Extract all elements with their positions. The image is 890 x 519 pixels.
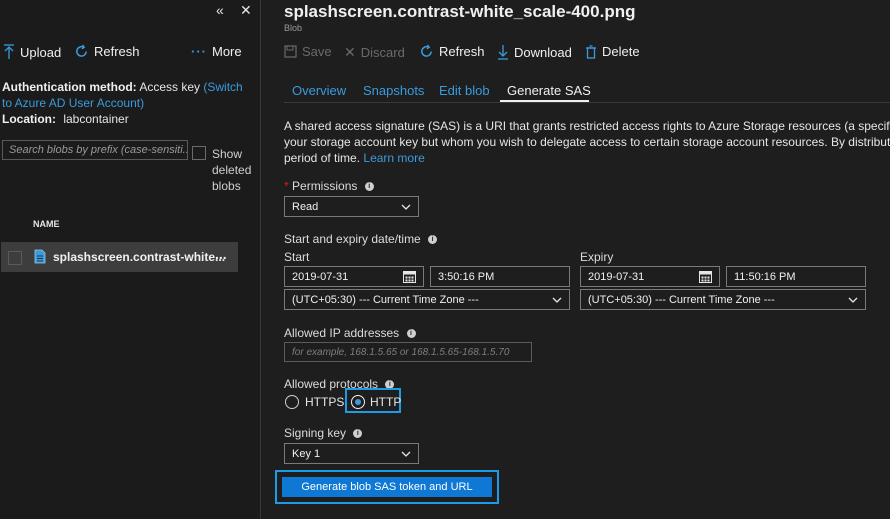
info-icon: i	[364, 182, 374, 192]
ip-label-text: Allowed IP addresses	[284, 326, 400, 340]
start-label: Start	[284, 250, 310, 264]
signing-key-value: Key 1	[292, 447, 321, 460]
blob-name: splashscreen.contrast-white...	[53, 250, 226, 264]
location-value: labcontainer	[63, 112, 129, 126]
start-date-input[interactable]: 2019-07-31	[284, 266, 424, 287]
description-line-3: period of time.	[284, 151, 361, 165]
discard-icon: ✕	[344, 44, 356, 60]
permissions-label-text: Permissions	[292, 179, 358, 193]
ip-address-input[interactable]: for example, 168.1.5.65 or 168.1.5.65-16…	[284, 342, 532, 362]
blob-browser-panel: « ✕ Upload Refresh ··· More Authenticati…	[0, 0, 261, 519]
info-icon: i	[406, 329, 416, 339]
auth-info: Authentication method: Access key (Switc…	[2, 79, 252, 127]
more-button[interactable]: ··· More	[191, 44, 242, 59]
more-label: More	[212, 44, 242, 59]
download-icon	[498, 45, 508, 60]
download-button[interactable]: Download	[497, 44, 572, 60]
trash-icon	[586, 44, 596, 59]
expiry-timezone-select[interactable]: (UTC+05:30) --- Current Time Zone ---	[580, 289, 866, 310]
tab-edit-blob[interactable]: Edit blob	[439, 83, 490, 98]
expiry-date-input[interactable]: 2019-07-31	[580, 266, 720, 287]
radio-http[interactable]	[351, 395, 365, 409]
info-icon: i	[353, 429, 363, 439]
auth-method-label: Authentication method:	[2, 80, 137, 94]
save-icon	[284, 45, 297, 58]
start-timezone-value: (UTC+05:30) --- Current Time Zone ---	[292, 293, 479, 306]
auth-method-value: Access key	[139, 80, 201, 94]
expiry-timezone-value: (UTC+05:30) --- Current Time Zone ---	[588, 293, 775, 306]
chevron-down-icon	[848, 297, 858, 303]
file-icon	[34, 249, 46, 264]
discard-label: Discard	[360, 45, 405, 60]
save-button[interactable]: Save	[284, 44, 332, 59]
page-title: splashscreen.contrast-white_scale-400.pn…	[284, 2, 636, 21]
start-timezone-select[interactable]: (UTC+05:30) --- Current Time Zone ---	[284, 289, 570, 310]
blob-details-panel: splashscreen.contrast-white_scale-400.pn…	[262, 0, 890, 519]
expiry-date-value: 2019-07-31	[588, 270, 645, 283]
start-date-value: 2019-07-31	[292, 270, 349, 283]
show-deleted-checkbox[interactable]	[192, 146, 206, 160]
description-line-1: A shared access signature (SAS) is a URI…	[284, 119, 890, 133]
radio-https[interactable]	[285, 395, 299, 409]
tab-overview[interactable]: Overview	[292, 83, 346, 98]
chevron-down-icon	[552, 297, 562, 303]
http-label: HTTP	[370, 395, 402, 409]
location-label: Location:	[2, 112, 56, 126]
info-icon: i	[428, 235, 438, 245]
collapse-icon[interactable]: «	[216, 2, 224, 18]
upload-icon	[4, 44, 14, 59]
row-more-button[interactable]: ...	[215, 246, 227, 262]
signing-key-label: Signing key i	[284, 426, 363, 440]
chevron-down-icon	[401, 451, 411, 457]
delete-button[interactable]: Delete	[585, 44, 640, 59]
required-mark: *	[284, 179, 289, 193]
refresh-button[interactable]: Refresh	[74, 44, 140, 59]
generate-sas-button[interactable]: Generate blob SAS token and URL	[282, 477, 492, 497]
expiry-label: Expiry	[580, 250, 614, 264]
permissions-value: Read	[292, 200, 319, 213]
tab-snapshots[interactable]: Snapshots	[363, 83, 424, 98]
tab-generate-sas[interactable]: Generate SAS	[507, 83, 591, 98]
row-checkbox[interactable]	[8, 251, 22, 265]
chevron-down-icon	[401, 204, 411, 210]
page-subtitle: Blob	[284, 23, 303, 33]
ip-label: Allowed IP addresses i	[284, 326, 416, 340]
http-radio[interactable]: HTTP	[351, 395, 401, 409]
dates-label-text: Start and expiry date/time	[284, 232, 421, 246]
signing-key-label-text: Signing key	[284, 426, 347, 440]
permissions-label: * Permissions i	[284, 179, 374, 193]
https-label: HTTPS	[305, 395, 345, 409]
https-radio[interactable]: HTTPS	[285, 395, 344, 409]
description-line-2: your storage account key but whom you wi…	[284, 135, 890, 149]
expiry-time-input[interactable]: 11:50:16 PM	[726, 266, 866, 287]
permissions-select[interactable]: Read	[284, 196, 419, 217]
refresh-icon	[421, 44, 432, 57]
tabs-divider	[284, 102, 890, 103]
start-time-input[interactable]: 3:50:16 PM	[430, 266, 570, 287]
refresh-blob-button[interactable]: Refresh	[419, 44, 485, 59]
refresh-icon	[76, 44, 87, 57]
column-header-name: NAME	[33, 219, 60, 229]
signing-key-select[interactable]: Key 1	[284, 443, 419, 464]
more-icon: ···	[191, 44, 207, 59]
calendar-icon[interactable]	[403, 270, 416, 283]
discard-button[interactable]: ✕ Discard	[344, 44, 405, 61]
learn-more-link[interactable]: Learn more	[363, 151, 424, 165]
show-deleted-label: Show deleted blobs	[212, 147, 252, 193]
delete-label: Delete	[602, 44, 640, 59]
close-icon[interactable]: ✕	[240, 2, 252, 19]
refresh-label: Refresh	[94, 44, 140, 59]
list-item[interactable]: splashscreen.contrast-white... ...	[1, 242, 238, 272]
dates-label: Start and expiry date/time i	[284, 232, 438, 246]
refresh-blob-label: Refresh	[439, 44, 485, 59]
blob-search-input[interactable]: Search blobs by prefix (case-sensiti...	[2, 140, 188, 160]
download-label: Download	[514, 44, 572, 60]
sas-description: A shared access signature (SAS) is a URI…	[284, 118, 890, 166]
calendar-icon[interactable]	[699, 270, 712, 283]
save-label: Save	[302, 44, 332, 59]
upload-label: Upload	[20, 44, 62, 60]
upload-button[interactable]: Upload	[3, 44, 61, 60]
